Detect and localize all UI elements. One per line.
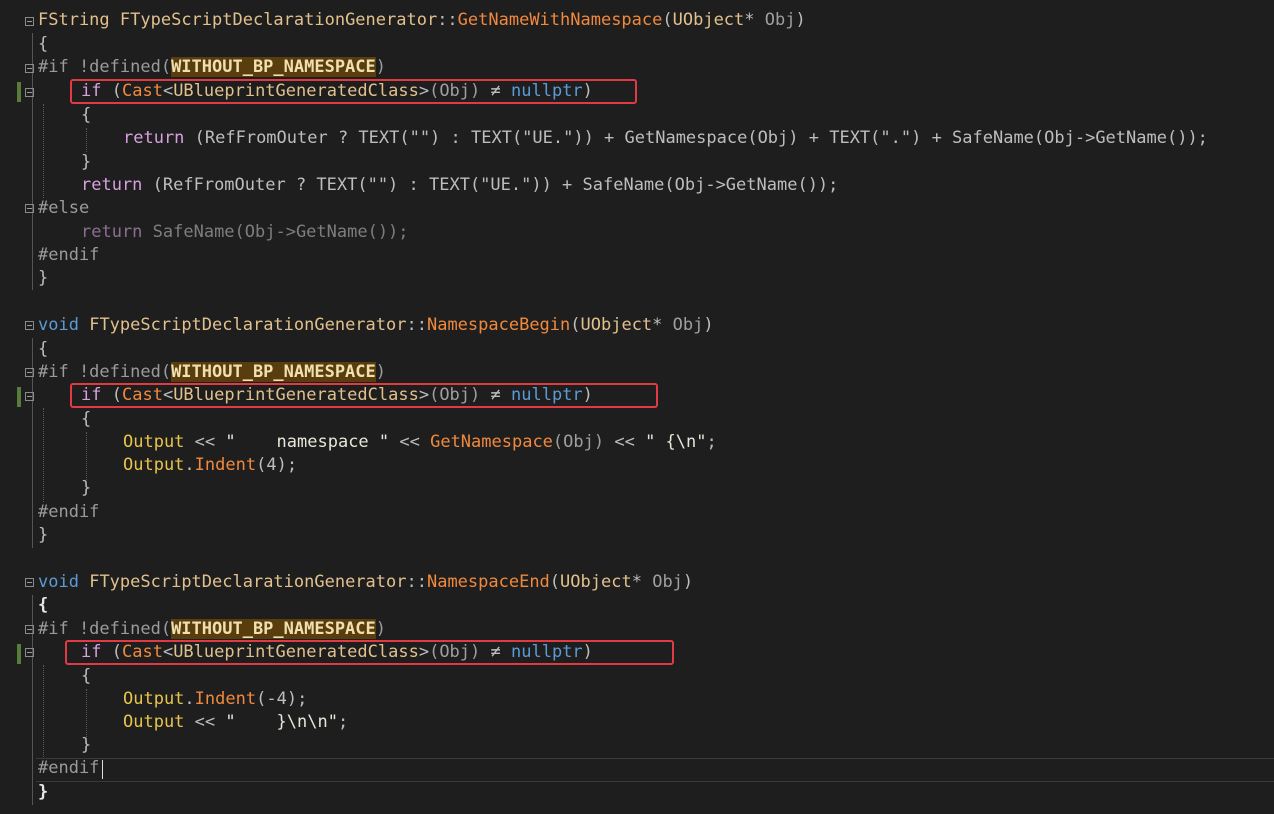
fold-toggle-icon[interactable]: [25, 392, 34, 401]
close-brace: }: [81, 478, 92, 498]
output-namespace-statement: Output << " namespace " << GetNamespace(…: [123, 432, 717, 452]
fold-toggle-icon[interactable]: [25, 625, 34, 634]
preprocessor-if: #if !defined(WITHOUT_BP_NAMESPACE): [38, 57, 387, 77]
fold-toggle-icon[interactable]: [25, 88, 34, 97]
indent-guide: [43, 665, 44, 759]
preprocessor-if: #if !defined(WITHOUT_BP_NAMESPACE): [38, 362, 387, 382]
fold-toggle-icon[interactable]: [25, 368, 34, 377]
function-signature-namespaceend: void FTypeScriptDeclarationGenerator::Na…: [38, 572, 694, 592]
open-brace: {: [81, 409, 92, 429]
indent-guide: [86, 689, 87, 737]
indent-guide: [43, 104, 44, 198]
return-statement: return (RefFromOuter ? TEXT("") : TEXT("…: [81, 175, 839, 195]
preprocessor-endif: #endif: [38, 502, 100, 522]
function-signature-getnamewithnamespace: FString FTypeScriptDeclarationGenerator:…: [38, 10, 806, 30]
function-signature-namespacebegin: void FTypeScriptDeclarationGenerator::Na…: [38, 315, 714, 335]
if-cast-statement: if (Cast<UBlueprintGeneratedClass>(Obj) …: [81, 385, 593, 405]
fold-toggle-icon[interactable]: [25, 204, 34, 213]
fold-toggle-icon[interactable]: [25, 578, 34, 587]
output-indent-statement: Output.Indent(4);: [123, 455, 298, 475]
change-marker: [17, 644, 21, 664]
text-cursor: [102, 760, 103, 779]
fold-toggle-icon[interactable]: [25, 64, 34, 73]
return-statement: return (RefFromOuter ? TEXT("") : TEXT("…: [123, 128, 1208, 148]
current-line-highlight: [36, 758, 1274, 782]
indent-guide: [86, 432, 87, 480]
indent-guide: [43, 408, 44, 502]
change-marker: [17, 387, 21, 407]
open-brace: {: [81, 105, 92, 125]
close-brace: }: [81, 152, 92, 172]
close-brace: }: [38, 782, 49, 802]
preprocessor-else: #else: [38, 198, 90, 218]
fold-toggle-icon[interactable]: [25, 648, 34, 657]
if-cast-statement: if (Cast<UBlueprintGeneratedClass>(Obj) …: [81, 642, 593, 662]
close-brace: }: [38, 268, 49, 288]
fold-toggle-icon[interactable]: [25, 17, 34, 26]
close-brace: }: [81, 735, 92, 755]
indent-guide: [86, 128, 87, 152]
preprocessor-if: #if !defined(WITHOUT_BP_NAMESPACE): [38, 619, 387, 639]
output-indent-statement: Output.Indent(-4);: [123, 689, 308, 709]
inactive-return-statement: return SafeName(Obj->GetName());: [81, 222, 409, 242]
if-cast-statement: if (Cast<UBlueprintGeneratedClass>(Obj) …: [81, 81, 593, 101]
preprocessor-endif: #endif: [38, 245, 100, 265]
open-brace: {: [81, 666, 92, 686]
open-brace: {: [38, 34, 49, 54]
close-brace: }: [38, 525, 49, 545]
code-editor[interactable]: FString FTypeScriptDeclarationGenerator:…: [0, 0, 1274, 814]
output-close-statement: Output << " }\n\n";: [123, 712, 349, 732]
change-marker: [17, 82, 21, 102]
open-brace: {: [38, 339, 49, 359]
open-brace: {: [38, 595, 49, 615]
preprocessor-endif: #endif: [38, 758, 100, 778]
fold-toggle-icon[interactable]: [25, 321, 34, 330]
